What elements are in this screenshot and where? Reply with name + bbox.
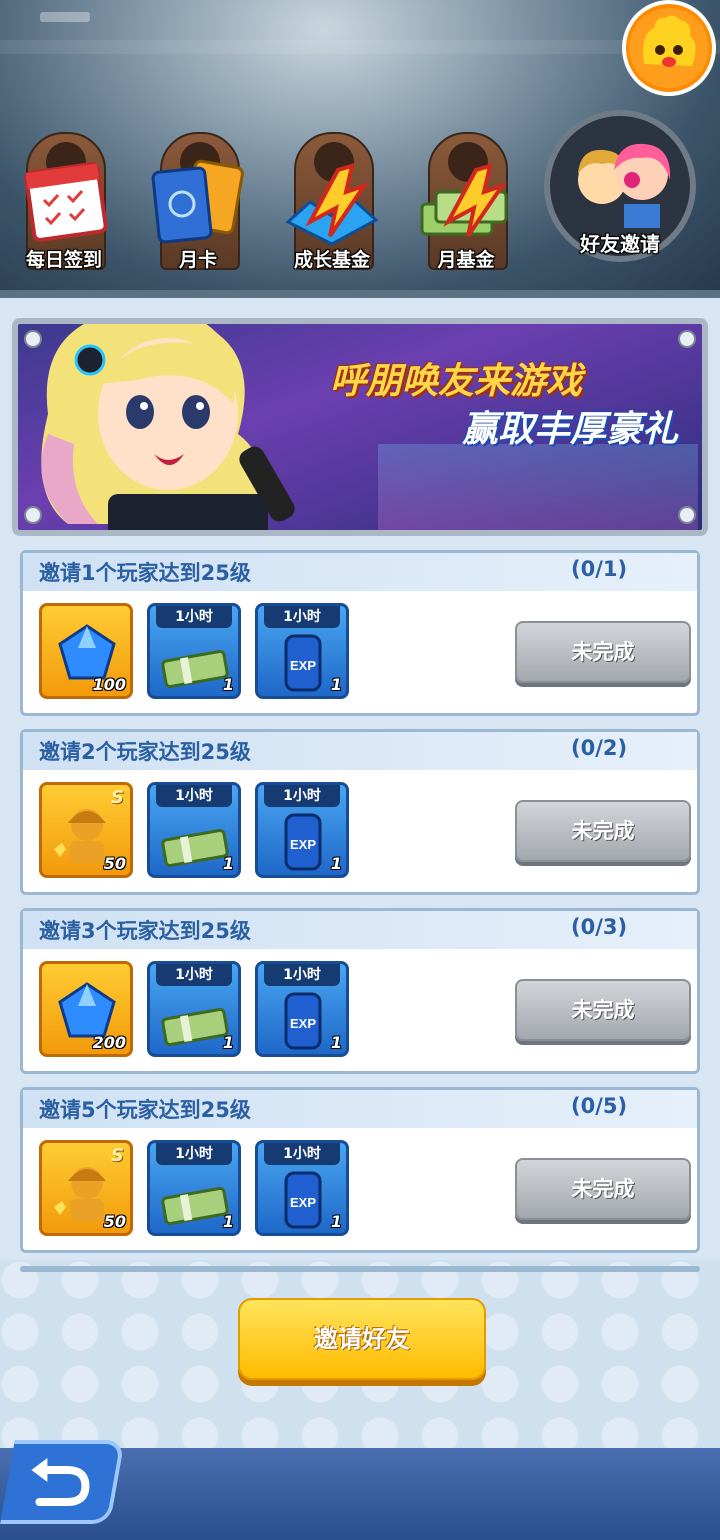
tab-label: 月卡: [178, 249, 217, 271]
reward-exp[interactable]: 1小时 EXP 1: [255, 782, 349, 878]
tab-monthly-fund[interactable]: 月基金: [414, 132, 518, 274]
duration-tag: 1小时: [156, 606, 232, 628]
bolt-icon: [24, 506, 42, 524]
reward-count: 50: [103, 1212, 126, 1231]
invite-task-card: 邀请1个玩家达到25级 (0/1) 100 1小时 1 1小时 EXP 1 未完…: [20, 550, 700, 716]
reward-count: 200: [92, 1033, 126, 1052]
tab-friend-invite[interactable]: 好友邀请: [544, 70, 720, 282]
tab-monthly-card[interactable]: 月卡: [146, 132, 250, 274]
bolt-icon: [678, 330, 696, 348]
promo-banner: 呼朋唤友来游戏 赢取丰厚豪礼: [12, 318, 708, 536]
reward-count: 1: [222, 1212, 234, 1231]
status-button[interactable]: 未完成: [515, 621, 691, 683]
tab-label: 每日签到: [25, 249, 102, 271]
reward-diamond[interactable]: 100: [39, 603, 133, 699]
reward-cash[interactable]: 1小时 1: [147, 782, 241, 878]
reward-character-shard[interactable]: S 50: [39, 782, 133, 878]
reward-cash[interactable]: 1小时 1: [147, 961, 241, 1057]
reward-count: 1: [222, 854, 234, 873]
banner-headline: 呼朋唤友来游戏: [330, 361, 583, 402]
task-title: 邀请5个玩家达到25级: [39, 1098, 251, 1122]
reward-count: 1: [222, 1033, 234, 1052]
reward-count: 1: [330, 1033, 342, 1052]
reward-character-shard[interactable]: S 50: [39, 1140, 133, 1236]
duration-tag: 1小时: [264, 606, 340, 628]
reward-exp[interactable]: 1小时 EXP 1: [255, 1140, 349, 1236]
gem-fund-icon: [285, 163, 379, 246]
exp-can-icon: EXP: [284, 813, 322, 871]
duration-tag: 1小时: [264, 964, 340, 986]
next-card-edge: [20, 1266, 700, 1272]
reward-exp[interactable]: 1小时 EXP 1: [255, 603, 349, 699]
status-button[interactable]: 未完成: [515, 1158, 691, 1220]
svg-text:EXP: EXP: [290, 1016, 316, 1031]
bolt-icon: [678, 506, 696, 524]
tab-label-active: 好友邀请: [580, 232, 660, 256]
exp-can-icon: EXP: [284, 992, 322, 1050]
ceiling-light: [40, 12, 90, 22]
duration-tag: 1小时: [156, 785, 232, 807]
status-button[interactable]: 未完成: [515, 800, 691, 862]
invite-task-card: 邀请2个玩家达到25级 (0/2) S 50 1小时 1 1小时 EXP 1 未…: [20, 729, 700, 895]
reward-count: 1: [330, 1212, 342, 1231]
reward-count: 1: [222, 675, 234, 694]
reward-cash[interactable]: 1小时 1: [147, 603, 241, 699]
task-title: 邀请2个玩家达到25级: [39, 740, 251, 764]
reward-diamond[interactable]: 200: [39, 961, 133, 1057]
banner-subline: 赢取丰厚豪礼: [462, 409, 679, 450]
duration-tag: 1小时: [264, 785, 340, 807]
bolt-icon: [24, 330, 42, 348]
exp-can-icon: EXP: [284, 1171, 322, 1229]
neon-stage: [378, 444, 698, 530]
reward-count: 1: [330, 854, 342, 873]
reward-count: 50: [103, 854, 126, 873]
duration-tag: 1小时: [156, 964, 232, 986]
friends-icon: [578, 143, 671, 228]
reward-exp[interactable]: 1小时 EXP 1: [255, 961, 349, 1057]
duration-tag: 1小时: [156, 1143, 232, 1165]
task-progress: (0/2): [571, 736, 628, 760]
task-title: 邀请3个玩家达到25级: [39, 919, 251, 943]
cash-fund-icon: [420, 163, 508, 238]
tab-growth-fund[interactable]: 成长基金: [280, 132, 384, 274]
cash-icon: [161, 1007, 229, 1047]
invite-friends-button[interactable]: 邀请好友: [238, 1298, 486, 1380]
task-title: 邀请1个玩家达到25级: [39, 561, 251, 585]
cash-icon: [161, 828, 229, 868]
card-icon: [151, 159, 244, 244]
svg-text:EXP: EXP: [290, 837, 316, 852]
task-progress: (0/3): [571, 915, 628, 939]
invite-task-card: 邀请5个玩家达到25级 (0/5) S 50 1小时 1 1小时 EXP 1 未…: [20, 1087, 700, 1253]
tab-label: 月基金: [437, 249, 495, 271]
invite-task-card: 邀请3个玩家达到25级 (0/3) 200 1小时 1 1小时 EXP 1 未完…: [20, 908, 700, 1074]
svg-text:EXP: EXP: [290, 658, 316, 673]
singer-character-icon: [41, 324, 295, 530]
tab-daily-checkin[interactable]: 每日签到: [12, 132, 116, 274]
exp-can-icon: EXP: [284, 634, 322, 692]
duration-tag: 1小时: [264, 1143, 340, 1165]
back-button[interactable]: [0, 1440, 125, 1524]
reward-count: 1: [330, 675, 342, 694]
status-button[interactable]: 未完成: [515, 979, 691, 1041]
task-progress: (0/1): [571, 557, 628, 581]
cash-icon: [161, 649, 229, 689]
reward-cash[interactable]: 1小时 1: [147, 1140, 241, 1236]
svg-text:EXP: EXP: [290, 1195, 316, 1210]
task-progress: (0/5): [571, 1094, 628, 1118]
cash-icon: [161, 1186, 229, 1226]
calendar-icon: [24, 162, 108, 242]
back-arrow-icon: [31, 1458, 90, 1506]
reward-count: 100: [92, 675, 126, 694]
tab-label: 成长基金: [293, 249, 370, 271]
